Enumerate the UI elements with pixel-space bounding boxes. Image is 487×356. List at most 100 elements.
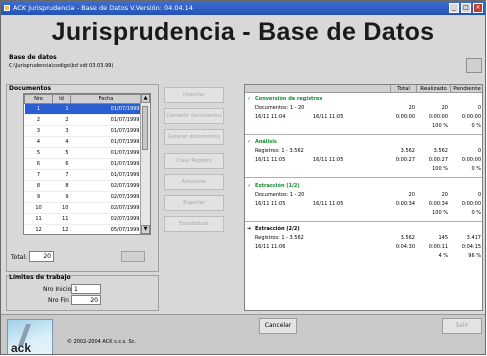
footer-bar: ack © 2002-2004 ACK s.c.s. Sc. (1, 314, 485, 354)
title-bar[interactable]: ACK Jurisprudencia - Base de Datos V.Ver… (1, 1, 485, 15)
table-row[interactable]: 5 5 01/07/1999 (24, 147, 142, 159)
progress-row-end-time: 16/11 11:05 (313, 157, 344, 163)
progress-row-label: 16/11 11:06 (255, 244, 286, 250)
close-button[interactable]: × (473, 3, 483, 13)
progress-panel: Total Realizado Pendiente ✓ Conversión de… (244, 84, 483, 311)
row-date-cell: 01/07/1999 (70, 169, 142, 181)
progress-total-cell: 3.562 (400, 235, 415, 241)
progress-total-cell: 20 (408, 105, 415, 111)
column-header-nro[interactable]: Nro (24, 94, 53, 104)
total-field: 20 (29, 251, 54, 262)
browse-database-button[interactable] (466, 58, 482, 73)
row-number-cell: 5 (24, 147, 53, 159)
scroll-thumb[interactable] (142, 106, 148, 150)
row-id-cell: 9 (52, 191, 71, 203)
progress-row: 100 % 0 % (245, 209, 482, 217)
table-row[interactable]: 2 2 01/07/1999 (24, 114, 142, 126)
table-row[interactable]: 3 3 01/07/1999 (24, 125, 142, 137)
progress-done-cell: 0:00:27 (428, 157, 448, 163)
column-header-id[interactable]: Id (52, 94, 71, 104)
table-row[interactable]: 8 8 02/07/1999 (24, 180, 142, 192)
progress-row: Registros: 1 - 3.562 3.562 3.562 0 (245, 147, 482, 155)
start-number-label: Nro Inicio (43, 286, 72, 293)
documents-scrollbar[interactable]: ▲ ▼ (140, 94, 150, 234)
scroll-down-arrow[interactable]: ▼ (141, 225, 150, 234)
progress-total-cell: 3.562 (400, 148, 415, 154)
table-row[interactable]: 12 12 05/07/1999 (24, 224, 142, 234)
convert-documents-button[interactable]: Convertir documentos (164, 108, 224, 124)
progress-row-label: Registros: 1 - 3.562 (255, 148, 304, 154)
total-action-button[interactable] (121, 251, 145, 262)
database-label: Base de datos (9, 54, 57, 61)
cancel-button[interactable]: Cancelar (259, 318, 297, 334)
statistics-button[interactable]: Estadísticas (164, 216, 224, 232)
progress-row-label: Documentos: 1 - 20 (255, 105, 305, 111)
row-id-cell: 10 (52, 202, 71, 214)
generate-documents-button[interactable]: Generar documentos (164, 129, 224, 145)
create-record-button[interactable]: Crear Registro (164, 153, 224, 169)
row-number-cell: 10 (24, 202, 53, 214)
row-date-cell: 01/07/1999 (70, 103, 142, 115)
table-row[interactable]: 9 9 02/07/1999 (24, 191, 142, 203)
progress-done-cell: 145 (438, 235, 448, 241)
import-button[interactable]: Importar (164, 87, 224, 103)
maximize-button[interactable]: □ (461, 3, 471, 13)
row-date-cell: 02/07/1999 (70, 202, 142, 214)
table-row[interactable]: 4 4 01/07/1999 (24, 136, 142, 148)
app-window: ACK Jurisprudencia - Base de Datos V.Ver… (0, 0, 486, 355)
progress-row: 100 % 0 % (245, 122, 482, 130)
row-id-cell: 11 (52, 213, 71, 225)
progress-done-cell: 20 (441, 192, 448, 198)
table-row[interactable]: 6 6 01/07/1999 (24, 158, 142, 170)
progress-total-cell: 0:00:00 (395, 114, 415, 120)
progress-row-label: Documentos: 1 - 20 (255, 192, 305, 198)
progress-group-title: Extracción (1/2) (255, 183, 300, 189)
progress-pending-cell: 3.417 (466, 235, 481, 241)
progress-group-header: ✓ Análisis (245, 138, 482, 146)
progress-row: Registros: 1 - 3.562 3.562 145 3.417 (245, 234, 482, 242)
progress-row-label: 16/11 11:05 (255, 157, 286, 163)
results-header-pending: Pendiente (451, 85, 482, 93)
progress-row: 4 % 96 % (245, 252, 482, 260)
update-button[interactable]: Actualizar (164, 174, 224, 190)
row-number-cell: 1 (24, 103, 53, 115)
start-number-input[interactable]: 1 (71, 284, 101, 294)
progress-row: 16/11 11:05 16/11 11:05 0:00:34 0:00:34 0:00… (245, 200, 482, 208)
export-button[interactable]: Exportar (164, 195, 224, 211)
progress-group: ✓ Extracción (1/2) Documentos: 1 - 20 20 20 0… (245, 182, 482, 222)
progress-row-end-time: 16/11 11:05 (313, 201, 344, 207)
progress-row: 100 % 0 % (245, 165, 482, 173)
column-header-fecha[interactable]: Fecha (70, 94, 142, 104)
progress-pending-cell: 0 % (471, 210, 481, 216)
group-divider (245, 177, 482, 178)
row-id-cell: 3 (52, 125, 71, 137)
row-id-cell: 7 (52, 169, 71, 181)
row-date-cell: 05/07/1999 (70, 224, 142, 234)
row-id-cell: 1 (52, 103, 71, 115)
progress-row-label: 16/11 11:04 (255, 114, 286, 120)
progress-done-cell: 0:00:34 (428, 201, 448, 207)
progress-group-title: Análisis (255, 139, 277, 145)
progress-group-header: ✓ Extracción (1/2) (245, 182, 482, 190)
minimize-button[interactable]: _ (449, 3, 459, 13)
row-number-cell: 11 (24, 213, 53, 225)
table-row[interactable]: 1 1 01/07/1999 (24, 103, 142, 115)
exit-button[interactable]: Salir (442, 318, 482, 334)
row-id-cell: 6 (52, 158, 71, 170)
copyright-text: © 2002-2004 ACK s.c.s. Sc. (67, 339, 136, 345)
table-row[interactable]: 7 7 01/07/1999 (24, 169, 142, 181)
progress-done-cell: 4 % (438, 253, 448, 259)
progress-group-title: Conversión de registros (255, 96, 323, 102)
end-number-input[interactable]: 20 (71, 295, 101, 305)
row-number-cell: 4 (24, 136, 53, 148)
scroll-up-arrow[interactable]: ▲ (141, 94, 150, 103)
table-row[interactable]: 10 10 02/07/1999 (24, 202, 142, 214)
database-path-field[interactable]: C:\Jurisprudencia\codigo\bd vdt 03.03.99… (9, 62, 454, 70)
results-header-blank (245, 85, 391, 93)
documents-list[interactable]: Nro Id Fecha 1 1 01/07/1999 2 2 01/07/1999 3 3 0… (23, 93, 151, 235)
row-date-cell: 01/07/1999 (70, 147, 142, 159)
progress-total-cell: 20 (408, 192, 415, 198)
table-row[interactable]: 11 11 02/07/1999 (24, 213, 142, 225)
row-id-cell: 2 (52, 114, 71, 126)
progress-total-cell: 0:00:34 (395, 201, 415, 207)
